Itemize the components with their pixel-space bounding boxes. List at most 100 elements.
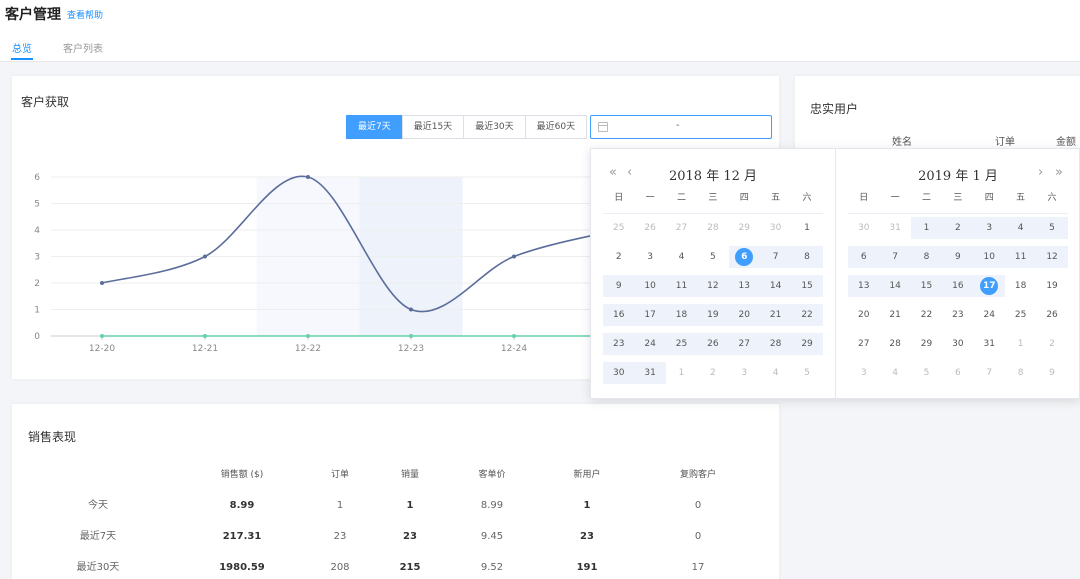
calendar-day[interactable]: 1 [910,217,943,239]
calendar-day[interactable]: 21 [759,304,792,326]
calendar-day[interactable]: 29 [791,333,823,355]
calendar-day[interactable]: 5 [697,246,728,268]
calendar-day[interactable]: 2 [1036,333,1067,355]
calendar-day[interactable]: 11 [665,275,698,297]
calendar-day[interactable]: 16 [603,304,635,326]
calendar-day[interactable]: 25 [665,333,698,355]
calendar-day[interactable]: 3 [729,362,760,384]
calendar-day[interactable]: 24 [634,333,666,355]
calendar-day[interactable]: 7 [759,246,792,268]
cell-avg-order: 9.45 [480,531,504,542]
calendar-day[interactable]: 7 [879,246,911,268]
calendar-day[interactable]: 26 [634,217,665,239]
calendar-day[interactable]: 31 [634,362,666,384]
calendar-day[interactable]: 28 [759,333,792,355]
calendar-day[interactable]: 12 [1036,246,1068,268]
calendar-day[interactable]: 1 [1005,333,1036,355]
calendar-day[interactable]: 10 [634,275,666,297]
calendar-day[interactable]: 15 [910,275,943,297]
calendar-day[interactable]: 5 [1036,217,1068,239]
calendar-day[interactable]: 6 [728,246,760,268]
calendar-day[interactable]: 4 [879,362,910,384]
calendar-day[interactable]: 25 [1005,304,1036,326]
calendar-day[interactable]: 3 [848,362,879,384]
calendar-day[interactable]: 13 [848,275,880,297]
calendar-day[interactable]: 18 [1005,275,1036,297]
next-year-icon[interactable]: » [1055,165,1063,180]
tab-bar: 总览 客户列表 [0,30,1080,62]
calendar-day[interactable]: 24 [974,304,1005,326]
cell-revenue: 8.99 [229,500,255,511]
calendar-day[interactable]: 31 [879,217,910,239]
calendar-day[interactable]: 3 [634,246,665,268]
calendar-day[interactable]: 2 [603,246,634,268]
calendar-day[interactable]: 12 [697,275,729,297]
calendar-day[interactable]: 11 [1004,246,1037,268]
tab-customer-list[interactable]: 客户列表 [63,40,103,55]
calendar-day[interactable]: 22 [791,304,823,326]
calendar-day[interactable]: 2 [697,362,728,384]
calendar-day[interactable]: 9 [603,275,635,297]
calendar-day[interactable]: 4 [1004,217,1037,239]
loyal-column-name[interactable]: 姓名 [892,133,912,148]
calendar-day[interactable]: 1 [791,217,822,239]
calendar-day[interactable]: 4 [760,362,791,384]
calendar-day[interactable]: 1 [666,362,697,384]
calendar-day[interactable]: 27 [666,217,697,239]
calendar-day[interactable]: 31 [974,333,1005,355]
calendar-day[interactable]: 2 [942,217,974,239]
calendar-day[interactable]: 5 [911,362,942,384]
calendar-day[interactable]: 28 [879,333,910,355]
calendar-day[interactable]: 19 [697,304,729,326]
calendar-day[interactable]: 22 [911,304,942,326]
calendar-day[interactable]: 23 [603,333,635,355]
calendar-day[interactable]: 17 [634,304,666,326]
calendar-day[interactable]: 30 [603,362,635,384]
calendar-day[interactable]: 8 [791,246,823,268]
weekday-label: 一 [890,193,900,203]
page-title: 客户管理 [5,7,61,23]
calendar-day[interactable]: 16 [942,275,974,297]
data-point [512,254,516,259]
calendar-day[interactable]: 8 [1005,362,1036,384]
calendar-day[interactable]: 17 [973,275,1005,297]
calendar-day[interactable]: 27 [848,333,879,355]
calendar-day[interactable]: 4 [666,246,697,268]
calendar-day[interactable]: 8 [910,246,943,268]
loyal-column-amount[interactable]: 金额 [1056,133,1076,148]
calendar-day[interactable]: 20 [728,304,760,326]
calendar-day[interactable]: 20 [848,304,879,326]
weekday-label: 六 [1047,193,1057,203]
calendar-day[interactable]: 15 [791,275,823,297]
loyal-column-orders[interactable]: 订单 [995,133,1015,148]
calendar-day[interactable]: 28 [697,217,728,239]
calendar-day[interactable]: 23 [942,304,973,326]
calendar-day[interactable]: 3 [973,217,1005,239]
calendar-day[interactable]: 26 [1036,304,1067,326]
calendar-day[interactable]: 9 [942,246,974,268]
calendar-day[interactable]: 30 [942,333,973,355]
calendar-day[interactable]: 14 [759,275,792,297]
calendar-day[interactable]: 14 [879,275,911,297]
calendar-day[interactable]: 29 [911,333,942,355]
calendar-day[interactable]: 7 [974,362,1005,384]
calendar-day[interactable]: 21 [879,304,910,326]
help-link[interactable]: 查看帮助 [67,8,103,21]
calendar-day[interactable]: 6 [942,362,973,384]
tab-overview[interactable]: 总览 [12,40,32,55]
calendar-day[interactable]: 29 [729,217,760,239]
next-month-icon[interactable]: › [1038,165,1043,180]
calendar-day[interactable]: 25 [603,217,634,239]
calendar-day[interactable]: 30 [848,217,879,239]
weekday-label: 三 [953,193,963,203]
calendar-day[interactable]: 6 [848,246,880,268]
calendar-day[interactable]: 5 [791,362,822,384]
calendar-day[interactable]: 18 [665,304,698,326]
calendar-day[interactable]: 13 [728,275,760,297]
calendar-day[interactable]: 26 [697,333,729,355]
calendar-day[interactable]: 10 [973,246,1005,268]
calendar-day[interactable]: 19 [1036,275,1067,297]
calendar-day[interactable]: 30 [760,217,791,239]
calendar-day[interactable]: 27 [728,333,760,355]
calendar-day[interactable]: 9 [1036,362,1067,384]
